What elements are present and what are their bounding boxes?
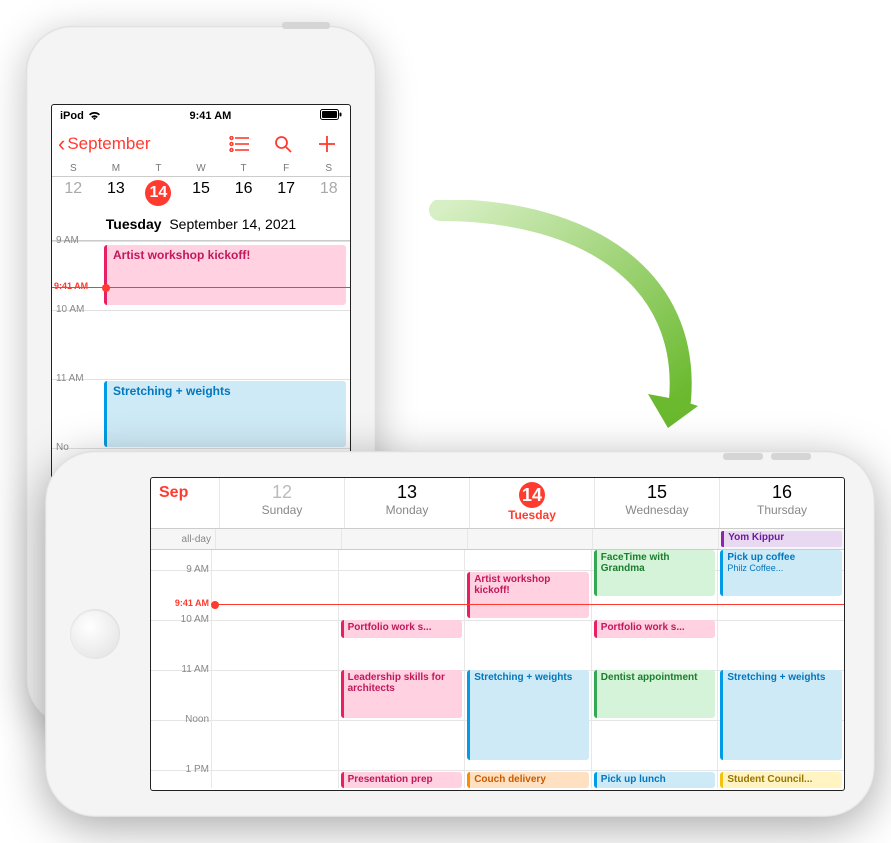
hour-label: 11 AM <box>151 664 209 675</box>
event-artist-workshop[interactable]: Artist workshop kickoff! <box>467 572 589 618</box>
event-dentist[interactable]: Dentist appointment <box>594 670 716 718</box>
day-column-thursday[interactable]: Pick up coffee Philz Coffee... Stretchin… <box>717 550 844 788</box>
date-cell[interactable]: 16 <box>222 177 265 212</box>
search-icon[interactable] <box>272 133 294 155</box>
allday-row: all-day Yom Kippur <box>151 529 844 550</box>
carrier-label: iPod <box>60 110 84 122</box>
event-presentation[interactable]: Presentation prep <box>341 772 463 788</box>
rotate-arrow-icon <box>420 200 720 460</box>
hour-label: 10 AM <box>56 304 84 315</box>
week-day-col[interactable]: 15 Wednesday <box>594 478 719 528</box>
dates-row: 12 13 14 15 16 17 18 <box>52 177 350 212</box>
wifi-icon <box>88 111 101 121</box>
weekday: W <box>180 161 223 176</box>
day-column-sunday[interactable] <box>211 550 338 788</box>
weekday: M <box>95 161 138 176</box>
date-cell[interactable]: 18 <box>307 177 350 212</box>
week-grid[interactable]: 9 AM 10 AM 11 AM Noon 1 PM 9:41 AM Portf… <box>151 550 844 788</box>
hour-label: 11 AM <box>56 373 84 384</box>
power-button <box>282 22 330 29</box>
ipod-landscape-device: Sep 12 Sunday 13 Monday 14 Tuesday 15 We… <box>45 451 875 817</box>
allday-cell[interactable] <box>592 529 718 549</box>
allday-cell[interactable] <box>341 529 467 549</box>
time-gutter: 9 AM 10 AM 11 AM Noon 1 PM 9:41 AM <box>151 550 211 788</box>
day-column-tuesday[interactable]: Artist workshop kickoff! Stretching + we… <box>464 550 591 788</box>
weekday: S <box>52 161 95 176</box>
home-button[interactable] <box>70 609 120 659</box>
battery-icon <box>320 109 342 123</box>
month-button[interactable]: Sep <box>151 478 219 528</box>
event-pickup-coffee[interactable]: Pick up coffee Philz Coffee... <box>720 550 842 596</box>
weekday: T <box>137 161 180 176</box>
allday-label: all-day <box>151 529 215 549</box>
day-column-monday[interactable]: Portfolio work s... Leadership skills fo… <box>338 550 465 788</box>
event-facetime[interactable]: FaceTime with Grandma <box>594 550 716 596</box>
date-cell[interactable]: 17 <box>265 177 308 212</box>
event-stretching[interactable]: Stretching + weights <box>467 670 589 760</box>
date-cell[interactable]: 12 <box>52 177 95 212</box>
date-cell[interactable]: 13 <box>95 177 138 212</box>
status-time: 9:41 AM <box>190 110 232 122</box>
list-view-icon[interactable] <box>228 133 250 155</box>
allday-event-yom-kippur[interactable]: Yom Kippur <box>721 531 842 547</box>
hour-label: 9 AM <box>56 235 79 246</box>
week-day-col[interactable]: 16 Thursday <box>719 478 844 528</box>
event-couch[interactable]: Couch delivery <box>467 772 589 788</box>
now-time-label: 9:41 AM <box>54 281 88 291</box>
hour-label: 1 PM <box>151 764 209 775</box>
hour-label: 10 AM <box>151 614 209 625</box>
weekday-header: S M T W T F S <box>52 161 350 177</box>
volume-buttons <box>715 447 815 454</box>
event-stretching[interactable]: Stretching + weights <box>104 381 346 447</box>
event-stretching[interactable]: Stretching + weights <box>720 670 842 760</box>
nav-bar: ‹ September <box>52 127 350 161</box>
back-button[interactable]: ‹ September <box>58 134 228 154</box>
allday-cell[interactable]: Yom Kippur <box>718 529 844 549</box>
hour-label: Noon <box>151 714 209 725</box>
day-column-wednesday[interactable]: FaceTime with Grandma Portfolio work s..… <box>591 550 718 788</box>
now-indicator <box>211 604 844 605</box>
landscape-screen: Sep 12 Sunday 13 Monday 14 Tuesday 15 We… <box>150 477 845 791</box>
full-date-label: Tuesday September 14, 2021 <box>52 212 350 241</box>
now-time-label: 9:41 AM <box>175 598 209 608</box>
event-portfolio[interactable]: Portfolio work s... <box>341 620 463 638</box>
allday-cell[interactable] <box>467 529 593 549</box>
week-header: Sep 12 Sunday 13 Monday 14 Tuesday 15 We… <box>151 478 844 529</box>
date-cell[interactable]: 15 <box>180 177 223 212</box>
week-day-col[interactable]: 13 Monday <box>344 478 469 528</box>
allday-cell[interactable] <box>215 529 341 549</box>
now-indicator: 9:41 AM <box>52 287 350 288</box>
event-portfolio[interactable]: Portfolio work s... <box>594 620 716 638</box>
weekday: T <box>222 161 265 176</box>
event-lunch[interactable]: Pick up lunch <box>594 772 716 788</box>
back-label: September <box>67 134 150 154</box>
date-cell-today[interactable]: 14 <box>137 177 180 212</box>
event-leadership[interactable]: Leadership skills for architects <box>341 670 463 718</box>
event-artist-workshop[interactable]: Artist workshop kickoff! <box>104 245 346 305</box>
status-bar: iPod 9:41 AM <box>52 105 350 127</box>
weekday: S <box>307 161 350 176</box>
week-day-col[interactable]: 12 Sunday <box>219 478 344 528</box>
add-icon[interactable] <box>316 133 338 155</box>
hour-label: 9 AM <box>151 564 209 575</box>
week-day-col-today[interactable]: 14 Tuesday <box>469 478 594 528</box>
event-student-council[interactable]: Student Council... <box>720 772 842 788</box>
hour-label: No <box>56 442 69 453</box>
weekday: F <box>265 161 308 176</box>
